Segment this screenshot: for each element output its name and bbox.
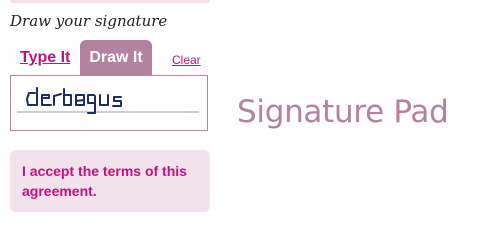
terms-text: I accept the terms of this agreement. [22,163,187,199]
clear-link[interactable]: Clear [172,53,201,67]
signature-pad[interactable] [10,75,208,131]
terms-notice: I accept the terms of this agreement. [10,150,210,212]
brand-title: Signature Pad [237,94,449,130]
signature-prompt: Draw your signature [10,12,168,30]
signature-drawing [17,87,199,114]
top-bar [10,0,210,3]
signature-stroke [26,87,122,114]
tab-type-it[interactable]: Type It [20,49,70,67]
tab-draw-it[interactable]: Draw It [80,40,152,75]
